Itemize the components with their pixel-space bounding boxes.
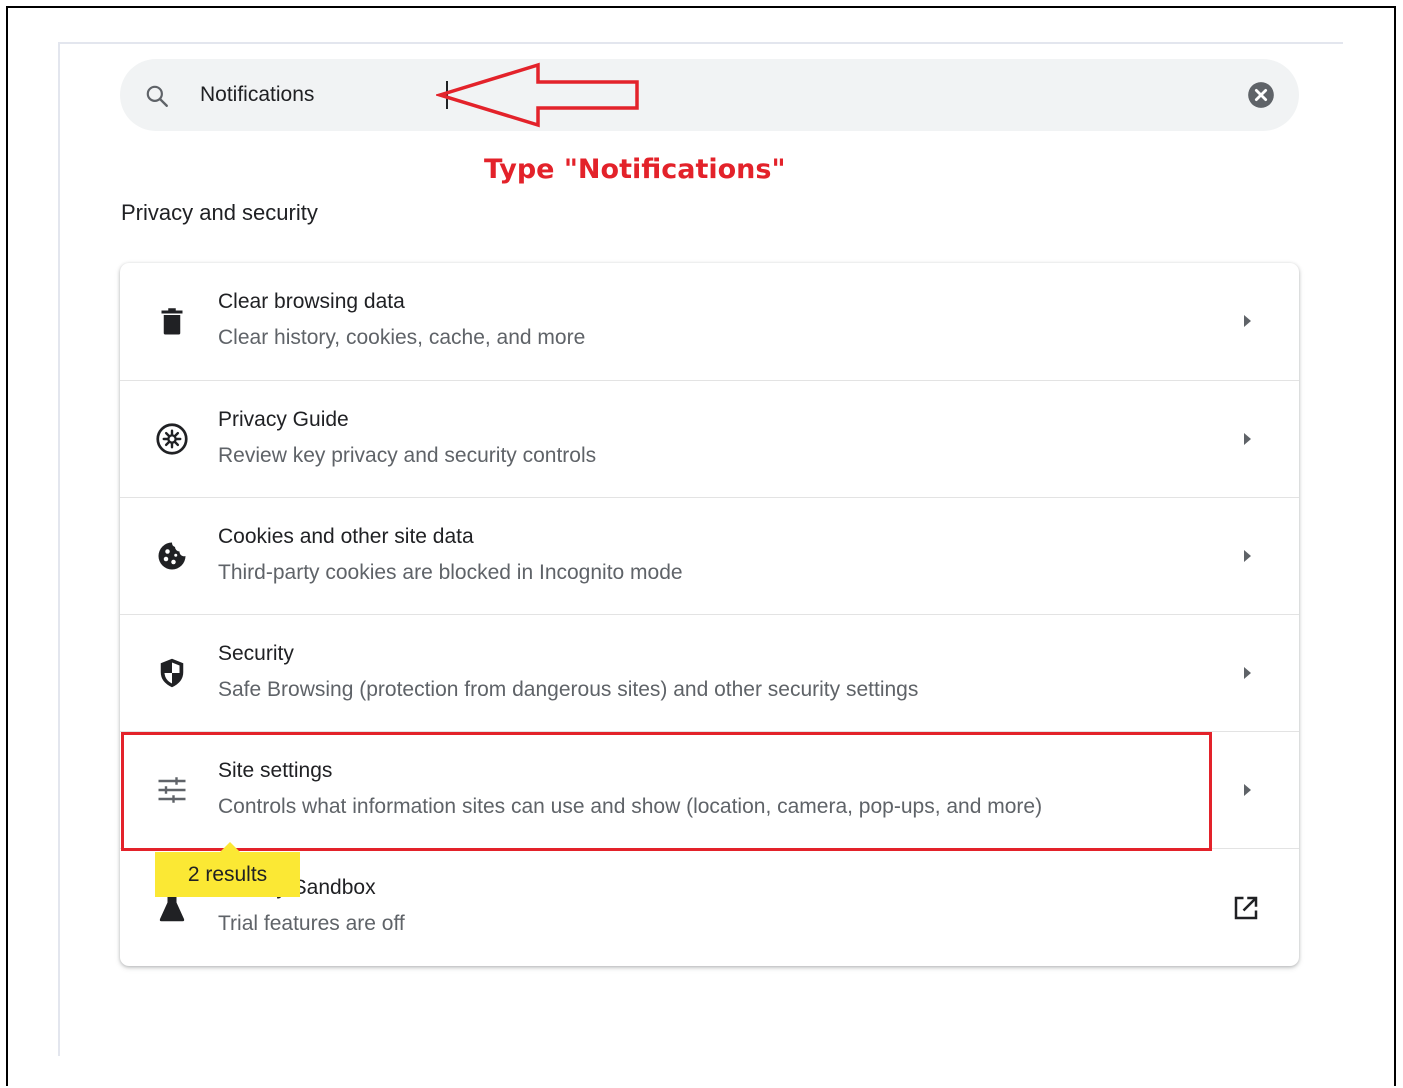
row-title: Clear browsing data: [218, 290, 405, 313]
row-cookies[interactable]: Cookies and other site data Third-party …: [120, 497, 1299, 614]
close-circle-icon[interactable]: [1247, 81, 1275, 109]
cookie-icon: [158, 542, 186, 570]
row-subtitle: Third-party cookies are blocked in Incog…: [218, 561, 683, 584]
row-site-settings[interactable]: Site settings Controls what information …: [120, 731, 1299, 848]
annotation-arrow-icon: [436, 62, 639, 128]
row-clear-browsing-data[interactable]: Clear browsing data Clear history, cooki…: [120, 263, 1299, 380]
settings-search-bar[interactable]: [120, 59, 1299, 131]
annotation-instruction: Type "Notifications": [484, 154, 786, 185]
page-left-divider: [58, 42, 60, 1056]
row-subtitle: Review key privacy and security controls: [218, 444, 597, 467]
chevron-right-icon: [1244, 315, 1251, 327]
open-in-new-icon[interactable]: [1231, 893, 1261, 923]
row-subtitle: Trial features are off: [218, 912, 405, 935]
row-title: Privacy Guide: [218, 408, 349, 431]
page-top-divider: [58, 42, 1343, 44]
privacy-guide-icon: [156, 423, 188, 455]
chevron-right-icon: [1244, 550, 1251, 562]
search-icon: [146, 85, 168, 107]
search-results-tooltip: 2 results: [155, 852, 300, 897]
chevron-right-icon: [1244, 784, 1251, 796]
trash-icon: [161, 308, 183, 335]
tooltip-pointer: [220, 842, 240, 852]
search-input[interactable]: [200, 77, 1100, 113]
tune-icon: [158, 777, 186, 803]
row-title: Security: [218, 642, 294, 665]
row-title: Site settings: [218, 759, 333, 782]
row-title: Cookies and other site data: [218, 525, 474, 548]
row-security[interactable]: Security Safe Browsing (protection from …: [120, 614, 1299, 731]
section-title: Privacy and security: [121, 200, 318, 225]
shield-icon: [160, 658, 184, 688]
row-subtitle: Clear history, cookies, cache, and more: [218, 326, 586, 349]
row-subtitle: Controls what information sites can use …: [218, 795, 1043, 818]
chevron-right-icon: [1244, 667, 1251, 679]
row-privacy-guide[interactable]: Privacy Guide Review key privacy and sec…: [120, 380, 1299, 497]
row-subtitle: Safe Browsing (protection from dangerous…: [218, 678, 919, 701]
chevron-right-icon: [1244, 433, 1251, 445]
